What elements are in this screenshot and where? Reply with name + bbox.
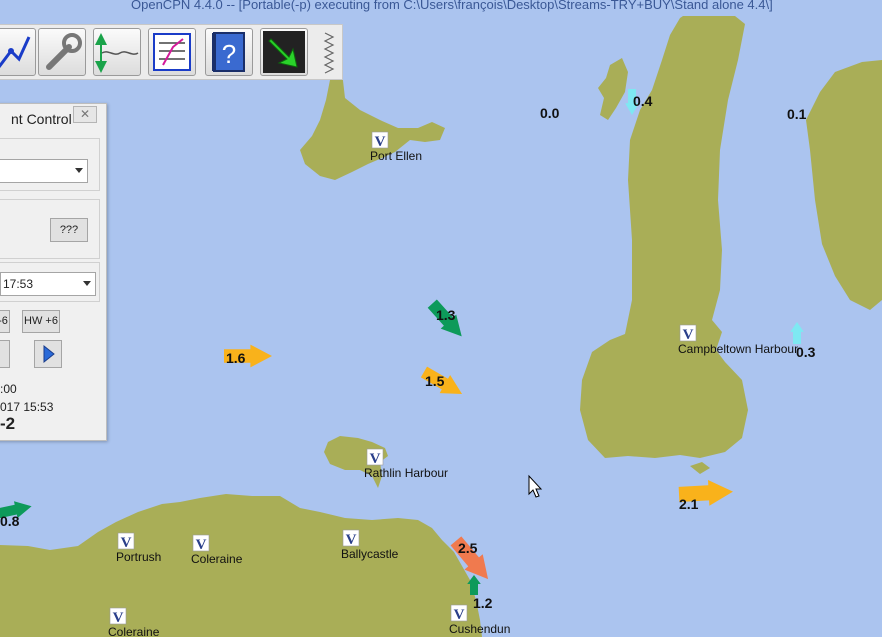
window-titlebar: OpenCPN 4.4.0 -- [Portable(-p) executing… [0,0,882,16]
help-icon[interactable]: ? [205,28,253,76]
prev-button[interactable] [0,340,10,368]
route-icon[interactable] [0,28,36,76]
place-label: Ballycastle [341,547,399,561]
route-manager-icon[interactable] [148,28,196,76]
chevron-down-icon [75,168,83,173]
tide-station-glyph: V [375,134,386,150]
svg-text:?: ? [222,39,236,69]
chart-map[interactable]: VPort EllenVCampbeltown HarbourVRathlin … [0,0,882,637]
current-arrow[interactable]: 0.1 [787,106,807,122]
tide-station-glyph: V [113,610,124,626]
next-button[interactable] [34,340,62,368]
tide-station-glyph: V [121,535,132,551]
place-label: Cushendun [449,622,510,636]
window-title: OpenCPN 4.4.0 -- [Portable(-p) executing… [131,0,773,12]
panel-line-3: -2 [0,414,16,433]
panel-line-2: 017 15:53 [0,400,54,414]
place-label: Portrush [116,550,161,564]
current-speed-label: 0.4 [633,93,653,109]
panel-title: nt Control [11,111,72,127]
current-speed-label: 0.1 [787,106,807,122]
plugin-arrow-icon[interactable] [260,28,308,76]
current-speed-label: 1.3 [436,307,456,323]
place-label: Campbeltown Harbour [678,342,798,356]
current-speed-label: 1.5 [425,373,445,389]
current-speed-label: 0.8 [0,513,20,529]
place-label: Coleraine [191,552,243,566]
place-label: Rathlin Harbour [364,466,448,480]
hw-plus-button[interactable]: HW +6 [22,310,60,333]
tide-station-glyph: V [196,537,207,553]
current-speed-label: 2.1 [679,496,699,512]
current-speed-label: 1.2 [473,595,493,611]
main-toolbar: ? [0,24,343,80]
tide-station-glyph: V [454,607,465,623]
hw-minus-button[interactable]: -6 [0,310,10,333]
chart-select[interactable] [0,159,88,183]
chevron-down-icon [83,281,91,286]
close-icon[interactable]: ✕ [73,106,97,123]
current-arrow[interactable]: 0.0 [540,105,560,121]
place-label: Port Ellen [370,149,422,163]
current-speed-label: 0.0 [540,105,560,121]
current-speed-label: 0.3 [796,344,816,360]
panel-line-1: :00 [0,382,17,396]
tide-station-glyph: V [683,327,694,343]
current-speed-label: 1.6 [226,350,246,366]
time-select[interactable]: 17:53 [0,272,96,296]
time-select-value: 17:53 [3,277,34,291]
current-speed-label: 2.5 [458,540,478,556]
settings-wrench-icon[interactable] [38,28,86,76]
place-label: Coleraine [108,625,160,637]
toolbar-grip[interactable] [322,31,336,75]
query-button[interactable]: ??? [50,218,88,242]
tide-station-glyph: V [370,451,381,467]
tide-station-glyph: V [346,532,357,548]
tide-current-icon[interactable] [93,28,141,76]
